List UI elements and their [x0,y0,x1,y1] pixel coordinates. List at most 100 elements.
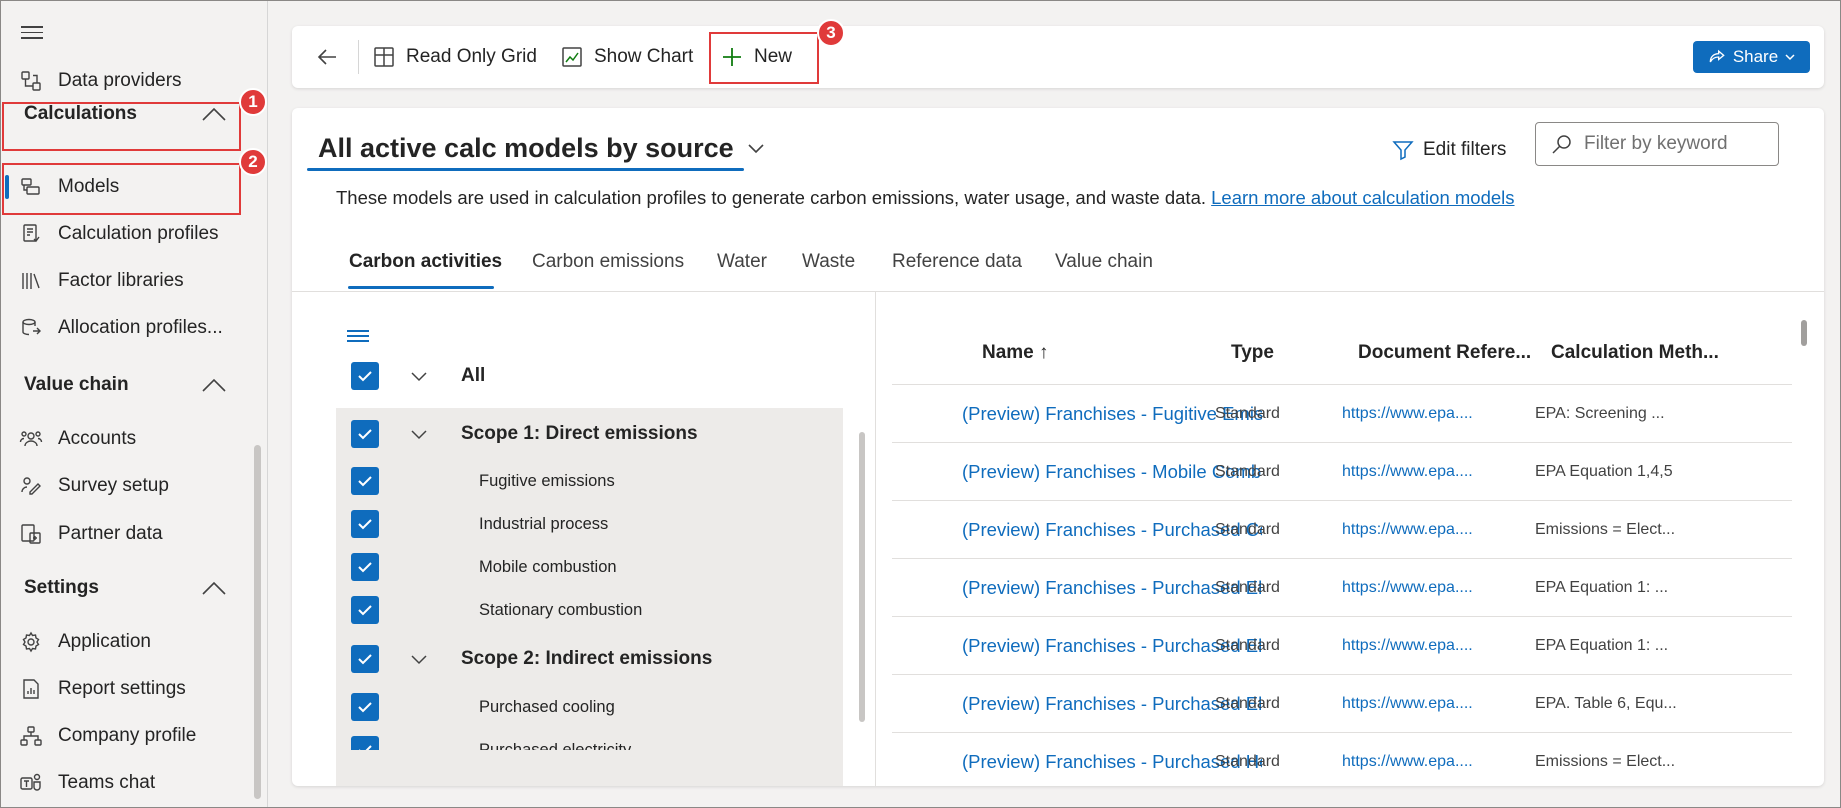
sidebar-item-report-settings[interactable]: Report settings [1,669,251,709]
read-only-grid-button[interactable]: Read Only Grid [372,26,537,88]
tree-row-purchased-cooling[interactable]: Purchased cooling [351,693,615,721]
cell-type: Standard [1215,579,1280,596]
sidebar-item-factor-libraries[interactable]: Factor libraries [1,261,251,301]
sidebar-item-calculation-profiles[interactable]: Calculation profiles [1,214,251,254]
tree-label: Stationary combustion [479,600,643,619]
checkmark-icon [358,519,372,530]
teams-chat-icon [18,770,44,796]
back-button[interactable] [316,26,350,88]
tab-reference-data[interactable]: Reference data [892,251,1022,273]
cell-doc-link[interactable]: https://www.epa.... [1342,733,1473,786]
tree-row-stationary[interactable]: Stationary combustion [351,596,642,624]
tree-row-industrial[interactable]: Industrial process [351,510,608,538]
cell-doc-link[interactable]: https://www.epa.... [1342,559,1473,617]
view-selector[interactable]: All active calc models by source [318,128,766,168]
tree-label: Purchased cooling [479,697,615,716]
tree-label: Scope 2: Indirect emissions [461,648,713,669]
tree-label: Mobile combustion [479,557,617,576]
annotation-box-models [2,163,241,215]
table-row[interactable]: (Preview) Franchises - Mobile Comb Stand… [892,442,1792,500]
checkmark-icon [358,562,372,573]
sidebar-scrollbar[interactable] [254,445,261,799]
section-settings[interactable]: Settings [1,566,241,610]
tree-row-all[interactable]: All [351,362,485,390]
checkbox-checked[interactable] [351,596,379,624]
column-header-type[interactable]: Type [1231,342,1274,364]
cell-calc-method: Emissions = Elect... [1535,521,1676,538]
tree-row-mobile[interactable]: Mobile combustion [351,553,617,581]
cell-doc-link[interactable]: https://www.epa.... [1342,501,1473,559]
models-grid: Name ↑ Type Document Refere... Calculati… [876,292,1824,786]
tab-carbon-emissions[interactable]: Carbon emissions [532,251,684,273]
section-value-chain[interactable]: Value chain [1,363,241,407]
cell-type: Standard [1215,637,1280,654]
main-panel: All active calc models by source Edit fi… [292,108,1824,786]
cell-doc-link[interactable]: https://www.epa.... [1342,675,1473,733]
cell-type: Standard [1215,695,1280,712]
learn-more-link[interactable]: Learn more about calculation models [1211,187,1514,208]
sidebar-item-label: Company profile [58,725,197,746]
checkbox-checked[interactable] [351,510,379,538]
checkbox-checked[interactable] [351,362,379,390]
sidebar-item-survey-setup[interactable]: Survey setup [1,466,251,506]
sidebar-item-partner-data[interactable]: Partner data [1,514,251,554]
tab-water[interactable]: Water [717,251,767,273]
chevron-up-icon [202,378,226,392]
table-row[interactable]: (Preview) Franchises - Purchased He Stan… [892,732,1792,786]
sidebar-item-label: Allocation profiles... [58,317,223,338]
table-row[interactable]: (Preview) Franchises - Purchased Ele Sta… [892,674,1792,732]
sidebar-item-label: Factor libraries [58,270,184,291]
tree-row-scope1[interactable]: Scope 1: Direct emissions [351,420,698,448]
cell-doc-link[interactable]: https://www.epa.... [1342,443,1473,501]
tree-row-fugitive[interactable]: Fugitive emissions [351,467,615,495]
tree-label: Scope 1: Direct emissions [461,423,698,444]
grid-scrollbar[interactable] [1801,320,1807,346]
section-title: Settings [24,577,99,598]
table-row[interactable]: (Preview) Franchises - Purchased Ele Sta… [892,616,1792,674]
tab-value-chain[interactable]: Value chain [1055,251,1153,273]
sidebar-item-application[interactable]: Application [1,622,251,662]
view-title: All active calc models by source [318,132,734,163]
sidebar-item-company-profile[interactable]: Company profile [1,716,251,756]
column-header-calc[interactable]: Calculation Meth... [1551,342,1719,364]
tab-carbon-activities[interactable]: Carbon activities [349,251,502,273]
factor-libraries-icon [18,268,44,294]
checkbox-checked[interactable] [351,693,379,721]
cell-calc-method: EPA Equation 1,4,5 [1535,463,1673,480]
view-selector-underline [307,168,744,171]
checkbox-checked[interactable] [351,645,379,673]
column-header-doc[interactable]: Document Refere... [1358,342,1531,364]
cell-doc-link[interactable]: https://www.epa.... [1342,617,1473,675]
sidebar-item-accounts[interactable]: Accounts [1,419,251,459]
cell-doc-link[interactable]: https://www.epa.... [1342,385,1473,443]
sidebar-item-allocation-profiles[interactable]: Allocation profiles... [1,308,251,348]
share-button[interactable]: Share [1693,41,1810,73]
column-header-name[interactable]: Name ↑ [982,342,1049,364]
chevron-down-icon[interactable] [409,427,429,441]
cell-calc-method: Emissions = Elect... [1535,753,1676,770]
table-row[interactable]: (Preview) Franchises - Purchased Ele Sta… [892,558,1792,616]
checkbox-checked[interactable] [351,553,379,581]
table-row[interactable]: (Preview) Franchises - Purchased Co Stan… [892,500,1792,558]
chevron-down-icon [1785,54,1795,61]
filter-keyword-input[interactable]: Filter by keyword [1535,122,1779,166]
command-bar: Read Only Grid Show Chart New Share [292,26,1824,88]
grid-icon [374,47,394,67]
edit-filters-button[interactable]: Edit filters [1391,130,1506,170]
tree-row-scope2[interactable]: Scope 2: Indirect emissions [351,645,712,673]
tree-menu-icon[interactable] [347,330,369,342]
search-icon [1552,135,1571,154]
checkbox-checked[interactable] [351,420,379,448]
show-chart-button[interactable]: Show Chart [560,26,693,88]
chevron-down-icon[interactable] [409,369,429,383]
table-row[interactable]: (Preview) Franchises - Fugitive Emiss St… [892,384,1792,442]
annotation-box-calculations [2,102,241,151]
tree-scrollbar[interactable] [859,432,865,722]
hamburger-menu-icon[interactable] [21,26,43,40]
checkbox-checked[interactable] [351,467,379,495]
show-chart-label: Show Chart [594,46,694,67]
tab-waste[interactable]: Waste [802,251,855,273]
sidebar-item-label: Accounts [58,428,137,449]
chevron-down-icon[interactable] [409,652,429,666]
sidebar-item-teams-chat[interactable]: Teams chat [1,763,251,803]
